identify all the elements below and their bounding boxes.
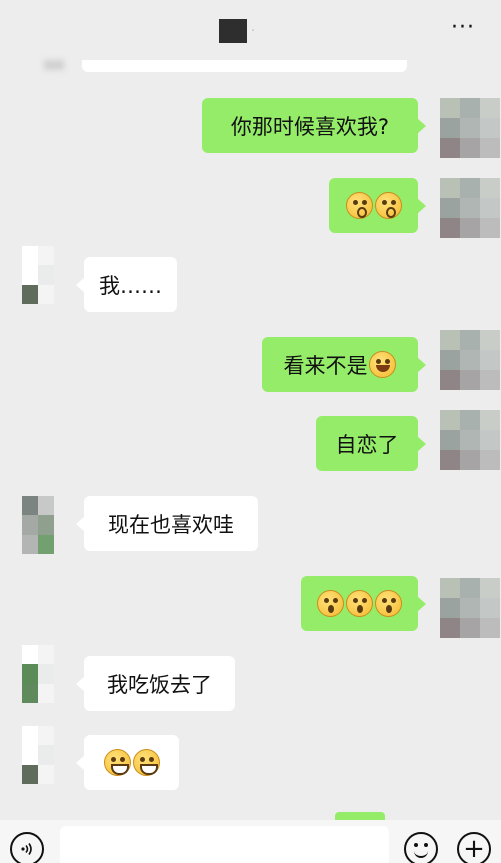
sleepy-face-emoji-icon [346,590,373,617]
message-text: 你那时候喜欢我? [230,114,390,139]
shocked-face-emoji-icon [345,192,373,219]
message-text: 我吃饭去了 [107,672,212,697]
plus-icon[interactable]: + [457,832,491,863]
my-avatar[interactable] [440,578,500,638]
my-avatar[interactable] [440,410,500,470]
laughing-crying-emoji-icon [368,351,396,378]
contact-avatar[interactable] [22,246,70,304]
contact-avatar[interactable] [22,496,70,554]
redacted-name-block [219,19,247,43]
contact-avatar[interactable] [22,726,70,784]
voice-waves-icon [21,843,32,855]
emoji-icon[interactable] [404,832,438,863]
received-message-bubble[interactable]: 我…… [76,257,177,312]
sent-message-bubble[interactable]: 自恋了 [316,416,426,471]
chat-title-fragment: · [251,23,257,39]
received-message-bubble[interactable]: 现在也喜欢哇 [76,496,258,551]
grinning-face-emoji-icon [132,749,160,776]
sleepy-face-emoji-icon [375,590,402,617]
previous-message-bubble-edge [82,60,407,72]
contact-avatar[interactable] [22,645,70,703]
message-input[interactable] [60,826,389,863]
chat-header: · ··· [0,0,501,62]
my-avatar[interactable] [440,178,500,238]
voice-icon[interactable] [10,832,44,863]
sent-emoji-bubble[interactable] [301,576,426,631]
sent-message-bubble[interactable]: 看来不是 [262,337,426,392]
received-message-bubble[interactable]: 我吃饭去了 [76,656,235,711]
received-emoji-bubble[interactable] [76,735,179,790]
message-text: 看来不是 [283,353,368,378]
next-sent-bubble-edge [335,812,385,820]
chat-title: · [219,19,256,43]
message-text: 我…… [99,273,162,298]
sent-emoji-bubble[interactable] [329,178,426,233]
message-text: 现在也喜欢哇 [108,512,234,537]
sleepy-face-emoji-icon [317,590,344,617]
shocked-face-emoji-icon [374,192,402,219]
more-options-button[interactable]: ··· [451,17,475,39]
message-text: 自恋了 [335,432,399,457]
grinning-face-emoji-icon [103,749,131,776]
cropped-avatar-edge [44,60,64,70]
my-avatar[interactable] [440,330,500,390]
my-avatar[interactable] [440,98,500,158]
sent-message-bubble[interactable]: 你那时候喜欢我? [202,98,426,153]
